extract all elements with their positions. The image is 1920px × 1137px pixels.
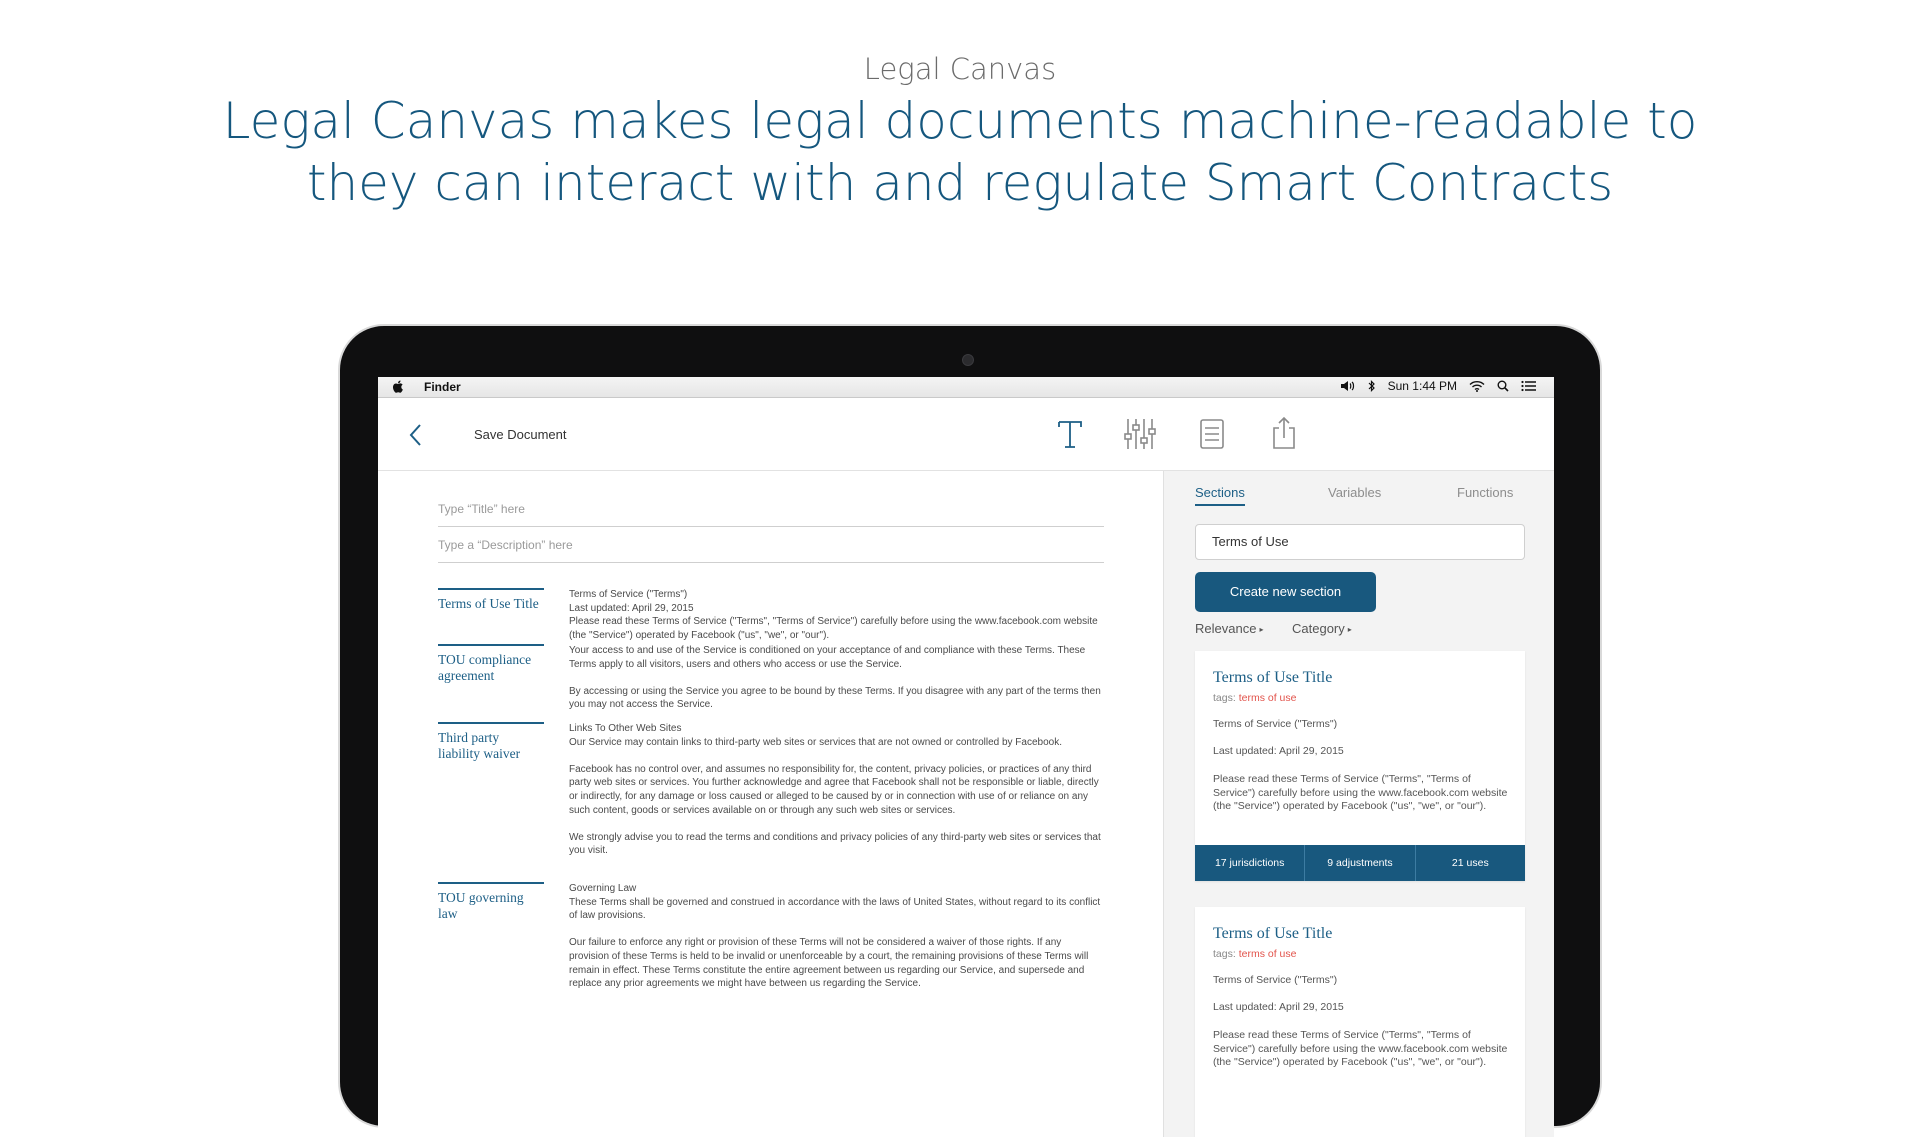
back-button[interactable] — [406, 422, 426, 448]
apple-icon[interactable] — [393, 380, 404, 393]
card-stats-bar: 17 jurisdictions 9 adjustments 21 uses — [1195, 845, 1525, 881]
section-label[interactable]: Terms of Use Title — [438, 588, 544, 612]
text-format-icon — [1058, 421, 1082, 448]
mac-menubar: Finder Sun 1:44 PM — [378, 377, 1554, 398]
description-input[interactable]: Type a “Description” here — [438, 538, 1104, 563]
volume-icon[interactable] — [1340, 380, 1356, 392]
card-tag[interactable]: terms of use — [1239, 692, 1297, 704]
card-text: Please read these Terms of Service ("Ter… — [1213, 1029, 1508, 1069]
card-text: Terms of Service ("Terms") — [1213, 718, 1338, 730]
section-label[interactable]: Third party liability waiver — [438, 722, 544, 762]
tab-functions[interactable]: Functions — [1457, 485, 1513, 504]
caret-right-icon: ▸ — [1259, 625, 1264, 634]
sort-relevance-label: Relevance — [1195, 621, 1257, 636]
card-text: Please read these Terms of Service ("Ter… — [1213, 773, 1508, 813]
card-text: Last updated: April 29, 2015 — [1213, 745, 1344, 757]
section-paragraph: Links To Other Web Sites Our Service may… — [569, 723, 1063, 748]
card-text: Terms of Service ("Terms") — [1213, 974, 1338, 986]
sort-relevance[interactable]: Relevance ▸ — [1195, 621, 1263, 636]
laptop-screen: Finder Sun 1:44 PM Save Document Type “T… — [378, 377, 1554, 1137]
laptop-frame: Finder Sun 1:44 PM Save Document Type “T… — [340, 326, 1600, 1137]
adjustments-button[interactable] — [1120, 414, 1160, 454]
bluetooth-icon[interactable] — [1368, 380, 1376, 392]
tab-sections[interactable]: Sections — [1195, 485, 1245, 506]
document-list-icon — [1200, 419, 1224, 449]
app-toolbar: Save Document — [378, 398, 1554, 471]
section-label[interactable]: TOU governing law — [438, 882, 544, 922]
card-tags-prefix: tags: — [1213, 948, 1236, 960]
card-title: Terms of Use Title — [1213, 669, 1333, 686]
card-tags-prefix: tags: — [1213, 692, 1236, 704]
title-input[interactable]: Type “Title” here — [438, 502, 1104, 527]
card-tag[interactable]: terms of use — [1239, 948, 1297, 960]
section-card[interactable]: Terms of Use Title tags: terms of use Te… — [1195, 651, 1525, 881]
menubar-status: Sun 1:44 PM — [1340, 379, 1536, 393]
section-body[interactable]: Your access to and use of the Service is… — [569, 644, 1104, 726]
chevron-left-icon — [409, 424, 421, 446]
notification-center-icon[interactable] — [1521, 380, 1536, 392]
create-section-button[interactable]: Create new section — [1195, 572, 1376, 612]
share-icon — [1273, 416, 1295, 449]
spotlight-search-icon[interactable] — [1497, 380, 1509, 392]
sort-category[interactable]: Category ▸ — [1292, 621, 1352, 636]
section-paragraph: Your access to and use of the Service is… — [569, 645, 1086, 670]
hero-headline: Legal Canvas makes legal documents machi… — [222, 92, 1698, 212]
sliders-icon — [1124, 419, 1156, 449]
save-document-button[interactable]: Save Document — [474, 427, 567, 442]
card-stat-jurisdictions[interactable]: 17 jurisdictions — [1195, 845, 1306, 881]
section-paragraph: Terms of Service ("Terms") Last updated:… — [569, 589, 1098, 641]
section-paragraph: Facebook has no control over, and assume… — [569, 763, 1099, 816]
sidebar-tabs: Sections Variables Functions — [1164, 485, 1554, 509]
hero-eyebrow: Legal Canvas — [863, 52, 1057, 86]
section-paragraph: Governing Law These Terms shall be gover… — [569, 883, 1101, 922]
card-title: Terms of Use Title — [1213, 925, 1333, 942]
card-text: Last updated: April 29, 2015 — [1213, 1001, 1344, 1013]
text-format-button[interactable] — [1050, 414, 1090, 454]
menubar-app-name[interactable]: Finder — [424, 380, 461, 394]
card-tags: tags: terms of use — [1213, 948, 1296, 960]
document-outline-button[interactable] — [1192, 414, 1232, 454]
card-stat-uses[interactable]: 21 uses — [1416, 845, 1525, 881]
section-paragraph: By accessing or using the Service you ag… — [569, 685, 1101, 711]
card-stat-adjustments[interactable]: 9 adjustments — [1305, 845, 1416, 881]
camera-dot — [962, 354, 974, 366]
section-paragraph: We strongly advise you to read the terms… — [569, 831, 1101, 857]
sort-category-label: Category — [1292, 621, 1345, 636]
section-label[interactable]: TOU compliance agreement — [438, 644, 544, 684]
section-body[interactable]: Governing Law These Terms shall be gover… — [569, 882, 1104, 1004]
document-editor: Type “Title” here Type a “Description” h… — [378, 471, 1163, 1137]
section-body[interactable]: Links To Other Web Sites Our Service may… — [569, 722, 1104, 872]
menubar-clock[interactable]: Sun 1:44 PM — [1388, 379, 1457, 393]
share-button[interactable] — [1264, 414, 1304, 454]
wifi-icon[interactable] — [1469, 380, 1485, 392]
sections-sidebar: Sections Variables Functions Terms of Us… — [1163, 471, 1554, 1137]
section-search-input[interactable]: Terms of Use — [1195, 524, 1525, 560]
card-tags: tags: terms of use — [1213, 692, 1296, 704]
section-card[interactable]: Terms of Use Title tags: terms of use Te… — [1195, 907, 1525, 1137]
caret-right-icon: ▸ — [1347, 625, 1352, 634]
tab-variables[interactable]: Variables — [1328, 485, 1381, 504]
section-paragraph: Our failure to enforce any right or prov… — [569, 937, 1089, 990]
